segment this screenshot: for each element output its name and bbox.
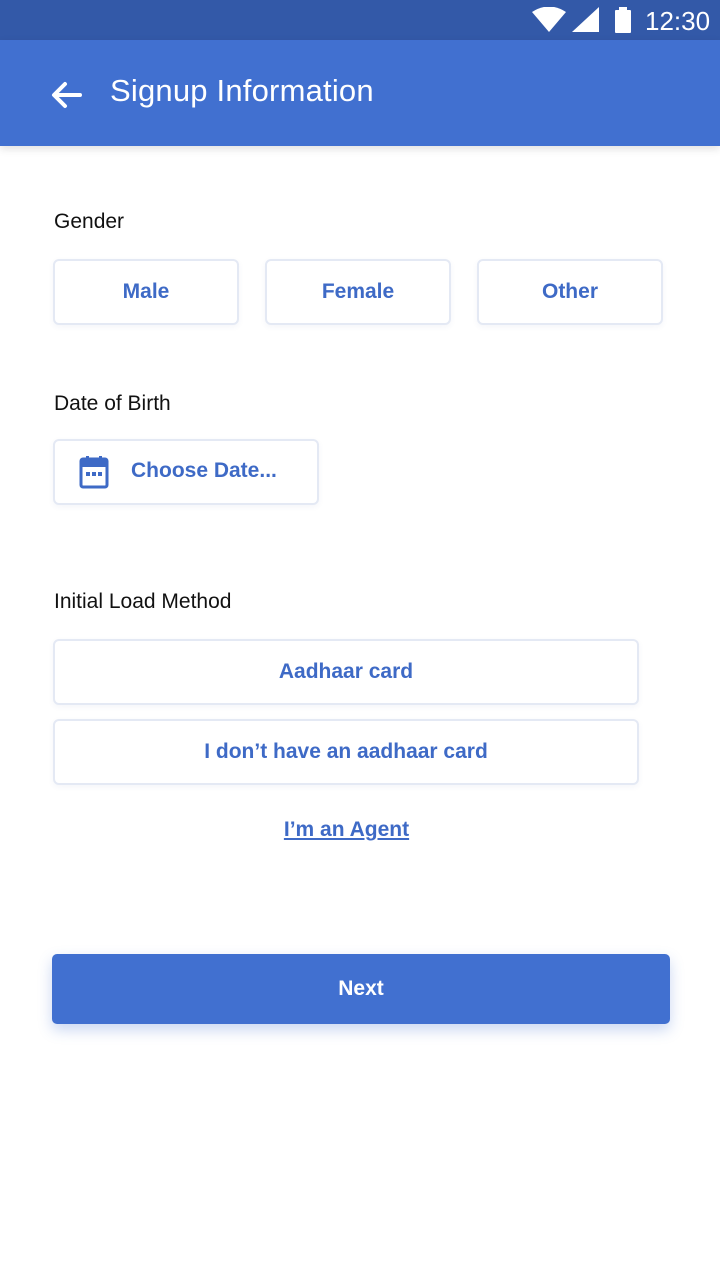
gender-label: Gender xyxy=(54,210,125,233)
load-method-label: Initial Load Method xyxy=(54,590,232,613)
dob-label: Date of Birth xyxy=(54,392,171,415)
agent-link[interactable]: I’m an Agent xyxy=(0,818,693,842)
status-time: 12:30 xyxy=(645,6,711,36)
page-title: Signup Information xyxy=(110,73,374,108)
aadhaar-card-option[interactable]: Aadhaar card xyxy=(53,639,639,705)
arrow-left-icon[interactable] xyxy=(50,80,82,110)
gender-option-female[interactable]: Female xyxy=(265,259,451,325)
gender-option-male[interactable]: Male xyxy=(53,259,239,325)
battery-icon xyxy=(615,7,631,33)
signal-icon xyxy=(572,7,599,32)
wifi-icon xyxy=(532,7,566,32)
choose-date-label: Choose Date... xyxy=(131,459,277,482)
no-aadhaar-card-option[interactable]: I don’t have an aadhaar card xyxy=(53,719,639,785)
calendar-icon xyxy=(79,456,109,489)
choose-date-button[interactable]: Choose Date... xyxy=(53,439,319,505)
next-button[interactable]: Next xyxy=(52,954,670,1024)
gender-option-other[interactable]: Other xyxy=(477,259,663,325)
status-bar: 12:30 xyxy=(0,0,720,40)
app-bar: Signup Information xyxy=(0,40,720,146)
